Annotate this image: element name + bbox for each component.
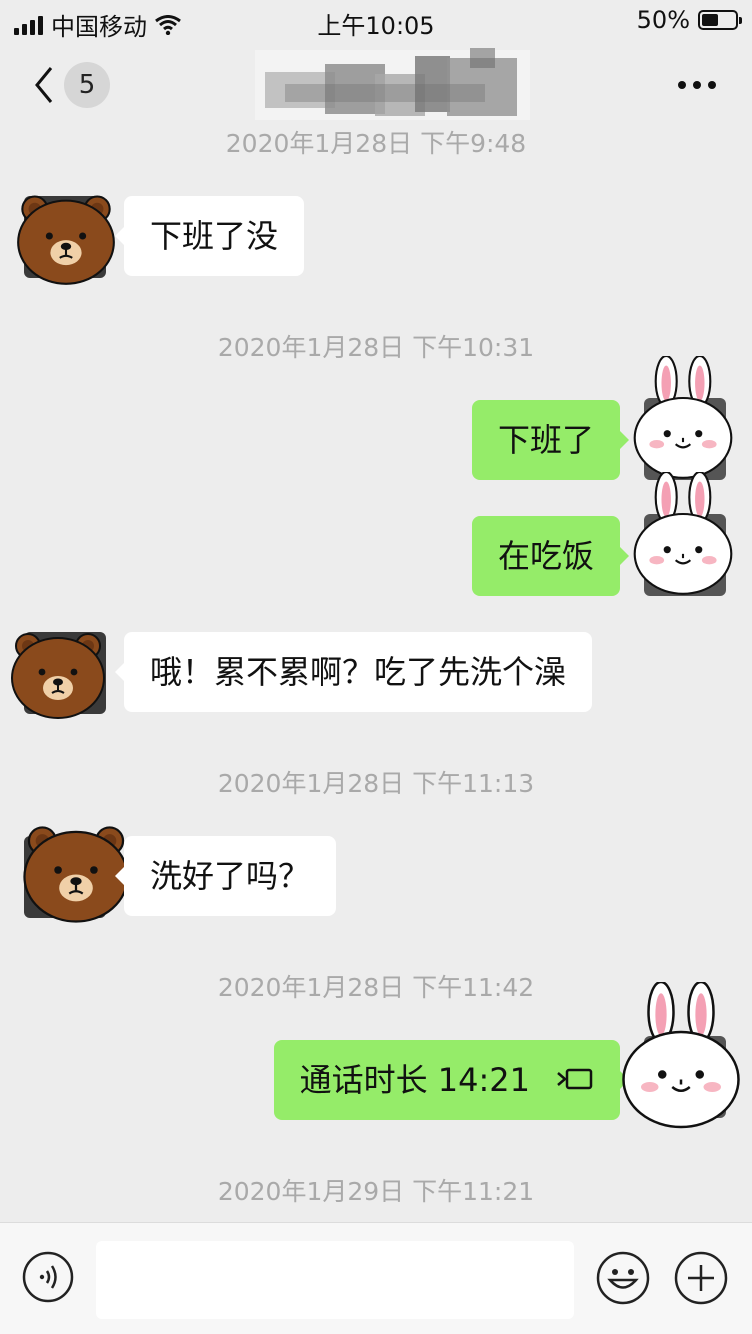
incoming-message[interactable]: 哦！累不累啊？吃了先洗个澡 (114, 632, 593, 712)
incoming-message[interactable]: 下班了没 (114, 196, 305, 276)
back-button[interactable]: 5 (28, 62, 118, 108)
unread-count-badge: 5 (64, 62, 110, 108)
bear-avatar-icon (14, 184, 118, 288)
battery-percent: 50% (636, 6, 690, 34)
battery-level (702, 14, 718, 26)
rabbit-avatar-icon (630, 472, 736, 598)
message-input[interactable] (96, 1241, 574, 1319)
rabbit-avatar-icon (618, 982, 744, 1132)
call-duration-text: 通话时长 14:21 (299, 1061, 530, 1099)
timestamp: 2020年1月29日 下午11:21 (217, 1177, 535, 1206)
outgoing-message[interactable]: 在吃饭 (471, 516, 630, 596)
voice-call-icon (557, 1068, 593, 1090)
my-avatar[interactable] (644, 398, 726, 480)
rabbit-avatar-icon (630, 356, 736, 482)
chevron-left-icon (35, 67, 53, 103)
incoming-message[interactable]: 洗好了吗？ (114, 836, 337, 916)
input-bar (0, 1222, 752, 1334)
obscured-contact-name (255, 48, 530, 120)
my-avatar[interactable] (644, 514, 726, 596)
call-record-message[interactable]: 通话时长 14:21 (273, 1040, 630, 1120)
nav-bar: 5 (0, 42, 752, 128)
contact-avatar[interactable] (24, 196, 106, 278)
plus-icon[interactable] (674, 1251, 728, 1305)
status-bar: 中国移动 上午10:05 50% (0, 0, 752, 42)
status-right: 50% (636, 6, 742, 34)
my-avatar[interactable] (644, 1036, 726, 1118)
timestamp: 2020年1月28日 下午9:48 (225, 129, 527, 158)
battery-icon (698, 10, 742, 30)
contact-avatar[interactable] (24, 836, 106, 918)
more-options-icon[interactable] (674, 70, 720, 100)
chat-screen: 中国移动 上午10:05 50% 5 2020年1月28日 下午9:48 下班了… (0, 0, 752, 1334)
outgoing-message[interactable]: 下班了 (471, 400, 630, 480)
contact-avatar[interactable] (24, 632, 106, 714)
voice-icon[interactable] (22, 1251, 74, 1303)
emoji-icon[interactable] (596, 1251, 650, 1305)
timestamp: 2020年1月28日 下午11:13 (217, 769, 535, 798)
bear-avatar-icon (8, 622, 108, 722)
